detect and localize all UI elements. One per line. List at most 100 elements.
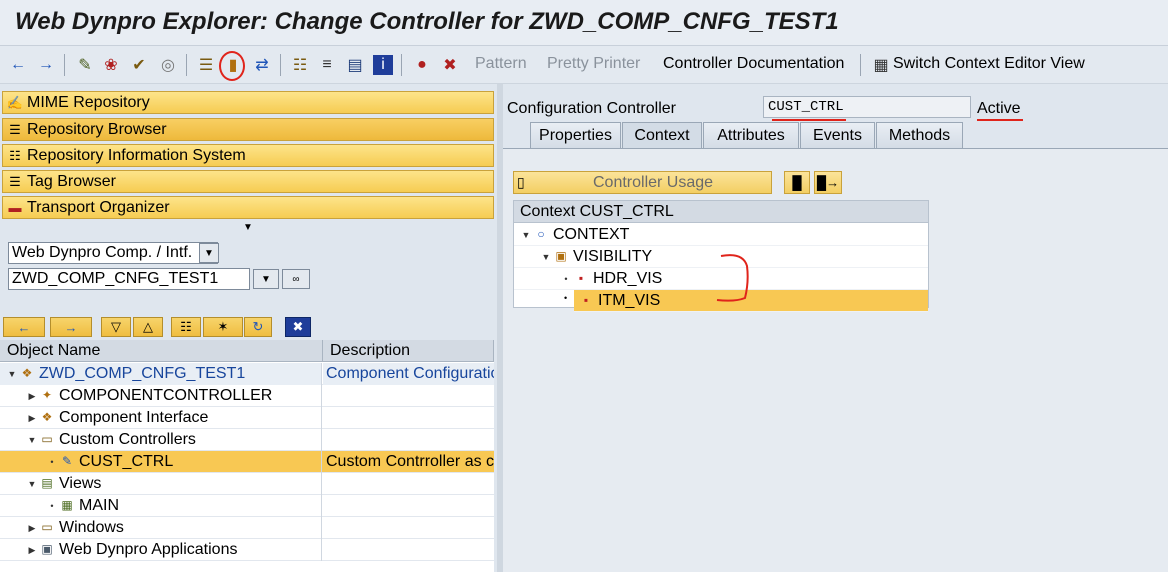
interface-icon: ❖ xyxy=(41,410,53,424)
back-icon[interactable]: ← xyxy=(8,55,28,75)
controller-icon: ✦ xyxy=(41,388,53,402)
tag-browser-button[interactable]: ☰ Tag Browser xyxy=(2,170,494,193)
tree-icon: ☷ xyxy=(9,147,21,163)
expand-all-button[interactable]: ▽ xyxy=(101,317,131,337)
toolbar-separator xyxy=(401,54,402,76)
refresh-button[interactable]: ↻ xyxy=(244,317,272,337)
table-row[interactable]: ▶ ▭ Windows xyxy=(0,517,494,539)
info-icon[interactable]: i xyxy=(373,55,393,75)
repository-information-system-button[interactable]: ☷ Repository Information System xyxy=(2,144,494,167)
delete-breakpoint-icon[interactable]: ✖ xyxy=(440,55,460,75)
chevron-down-icon[interactable]: ▼ xyxy=(253,269,279,289)
table-row[interactable]: ▼ ▤ Views xyxy=(0,473,494,495)
folder-icon: ▭ xyxy=(41,520,53,534)
truck-icon: ▬ xyxy=(8,200,22,215)
find-icon[interactable]: █ xyxy=(784,171,810,194)
table-row[interactable]: ▶ ▣ Web Dynpro Applications xyxy=(0,539,494,561)
switch-context-editor-button[interactable]: Switch Context Editor View xyxy=(893,55,1085,73)
settings-button[interactable]: ✶ xyxy=(203,317,243,337)
tab-context[interactable]: Context xyxy=(622,122,702,148)
views-folder-icon: ▤ xyxy=(41,476,53,490)
expanded-arrow-icon[interactable]: ▼ xyxy=(26,479,38,489)
display-glasses-icon[interactable]: ∞ xyxy=(282,269,310,289)
expanded-arrow-icon[interactable]: ▼ xyxy=(540,252,552,262)
object-type-select[interactable]: Web Dynpro Comp. / Intf. xyxy=(8,242,218,264)
object-tree: Object Name Description ▼ ❖ ZWD_COMP_CNFG_… xyxy=(0,340,494,572)
tab-attributes[interactable]: Attributes xyxy=(703,122,799,148)
leaf-dot-icon: • xyxy=(50,457,54,467)
breakpoint-icon[interactable]: ● xyxy=(412,55,432,75)
hierarchy-up-button[interactable]: ☷ xyxy=(171,317,201,337)
navigate-icon[interactable]: ⇄ xyxy=(252,55,272,75)
expanded-arrow-icon[interactable]: ▼ xyxy=(26,435,38,445)
annotation-underline xyxy=(772,119,846,121)
hierarchy-icon: ☰ xyxy=(9,121,21,137)
folder-icon: ▭ xyxy=(41,432,53,446)
controller-usage-button[interactable]: ▯ Controller Usage xyxy=(513,171,772,194)
column-header-description[interactable]: Description xyxy=(323,340,494,362)
mime-repository-button[interactable]: ✍ MIME Repository xyxy=(2,91,494,114)
window-icon[interactable]: ▤ xyxy=(345,55,365,75)
tab-events[interactable]: Events xyxy=(800,122,875,148)
collapsed-arrow-icon[interactable]: ▶ xyxy=(26,413,38,424)
table-row[interactable]: ▼ ❖ ZWD_COMP_CNFG_TEST1 Component Configur… xyxy=(0,363,494,385)
repository-browser-button[interactable]: ☰ Repository Browser xyxy=(2,118,494,141)
collapse-arrow-icon[interactable]: ▼ xyxy=(243,222,253,233)
table-row[interactable]: ▶ ✦ COMPONENTCONTROLLER xyxy=(0,385,494,407)
next-object-button[interactable]: → xyxy=(50,317,92,337)
table-row[interactable]: ▶ ❖ Component Interface xyxy=(0,407,494,429)
tree-item-description xyxy=(323,473,494,495)
config-controller-field[interactable]: CUST_CTRL xyxy=(763,96,971,118)
switch-view-icon: ▦ xyxy=(873,57,889,74)
table-row[interactable]: ▼ ▭ Custom Controllers xyxy=(0,429,494,451)
collapsed-arrow-icon[interactable]: ▶ xyxy=(26,391,38,402)
tree-item-description xyxy=(323,539,494,561)
nav-label: Transport Organizer xyxy=(27,198,170,216)
context-root-row[interactable]: ▼ ○ CONTEXT xyxy=(514,224,928,246)
hierarchy-icon[interactable]: ☰ xyxy=(196,55,216,75)
activate-icon[interactable]: ✔ xyxy=(129,55,149,75)
table-row[interactable]: • ▦ MAIN xyxy=(0,495,494,517)
context-attribute-label: ITM_VIS xyxy=(598,291,661,309)
node-icon: ▣ xyxy=(555,248,567,263)
title-bar: Web Dynpro Explorer: Change Controller f… xyxy=(0,0,1168,46)
where-used-icon[interactable]: ◎ xyxy=(158,55,178,75)
toolbar-separator xyxy=(860,54,861,76)
tree-item-label: Component Interface xyxy=(59,409,209,426)
tab-methods[interactable]: Methods xyxy=(876,122,963,148)
pattern-button[interactable]: Pattern xyxy=(475,55,527,73)
annotation-underline xyxy=(977,119,1023,121)
display-change-icon[interactable]: ✎ xyxy=(75,55,95,75)
tab-properties[interactable]: Properties xyxy=(530,122,621,148)
object-name-input[interactable]: ZWD_COMP_CNFG_TEST1 xyxy=(8,268,250,290)
stack-icon[interactable]: ≡ xyxy=(317,55,337,75)
tree-item-label: COMPONENTCONTROLLER xyxy=(59,387,273,404)
collapsed-arrow-icon[interactable]: ▶ xyxy=(26,545,38,556)
edit-controller-icon: ✎ xyxy=(61,454,73,468)
tree-item-description xyxy=(323,385,494,407)
controller-usage-label: Controller Usage xyxy=(593,173,714,191)
chevron-down-icon[interactable]: ▼ xyxy=(199,243,219,263)
object-list-icon[interactable]: ☷ xyxy=(290,55,310,75)
tree-item-description xyxy=(323,429,494,451)
expanded-arrow-icon[interactable]: ▼ xyxy=(6,369,18,379)
pretty-printer-button[interactable]: Pretty Printer xyxy=(547,55,640,73)
forward-icon[interactable]: → xyxy=(36,55,56,75)
other-object-icon[interactable]: ❀ xyxy=(101,55,121,75)
tree-item-label: ZWD_COMP_CNFG_TEST1 xyxy=(39,365,246,382)
table-row[interactable]: • ✎ CUST_CTRL Custom Contrroller as config xyxy=(0,451,494,473)
transport-organizer-button[interactable]: ▬ Transport Organizer xyxy=(2,196,494,219)
collapsed-arrow-icon[interactable]: ▶ xyxy=(26,523,38,534)
column-header-object-name[interactable]: Object Name xyxy=(0,340,323,362)
close-icon[interactable]: ✖ xyxy=(285,317,311,337)
object-name-value: ZWD_COMP_CNFG_TEST1 xyxy=(12,270,219,287)
find-next-icon[interactable]: █→ xyxy=(814,171,842,194)
previous-object-button[interactable]: ← xyxy=(3,317,45,337)
nav-label: Repository Information System xyxy=(27,146,246,164)
attribute-icon: ▪ xyxy=(578,270,584,285)
toolbar-separator xyxy=(64,54,65,76)
collapse-all-button[interactable]: △ xyxy=(133,317,163,337)
controller-documentation-button[interactable]: Controller Documentation xyxy=(663,55,844,73)
expanded-arrow-icon[interactable]: ▼ xyxy=(520,230,532,240)
context-header: Context CUST_CTRL xyxy=(514,201,928,223)
